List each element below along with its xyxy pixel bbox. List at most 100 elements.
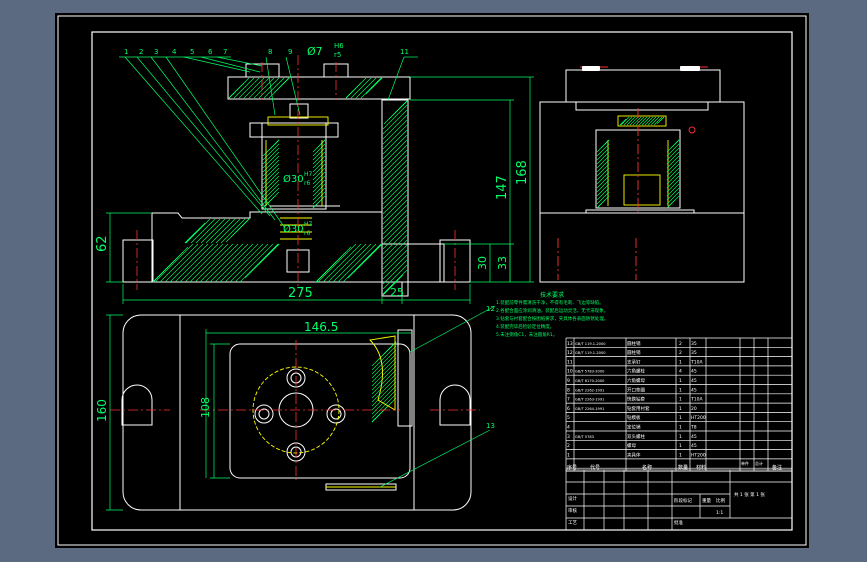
bom-cell-qty: 1	[679, 397, 682, 403]
dim-33: 33	[496, 256, 509, 270]
dim-62: 62	[95, 235, 110, 252]
bom-cell-name: 圆柱销	[627, 340, 641, 347]
bom-cell-index: 12	[567, 350, 573, 356]
part-label-9: 9	[288, 48, 292, 56]
notes-line-5: 5.未注倒角C1，未注圆角R1。	[496, 331, 557, 338]
dim-160: 160	[95, 399, 109, 422]
bom-cell-qty: 1	[679, 415, 682, 421]
bom-cell-index: 10	[567, 369, 573, 375]
tb-role-design: 设计	[568, 495, 577, 502]
tb-weight: 重量	[702, 497, 711, 504]
tb-stage: 阶段标记	[674, 497, 692, 504]
tb-scale: 1:1	[716, 510, 723, 516]
bom-cell-material: 45	[691, 369, 697, 375]
fit-mid-dia: Ø30	[283, 173, 304, 185]
bom-cell-qty: 2	[679, 350, 682, 356]
tb-ratio: 比例	[716, 497, 725, 504]
bom-cell-qty: 1	[679, 359, 682, 365]
part-label-1: 1	[124, 48, 128, 56]
bom-cell-index: 5	[567, 415, 570, 421]
bom-cell-name: 钻模板	[627, 414, 641, 421]
bom-cell-code: GB/T 2264-1991	[575, 407, 604, 411]
bom-cell-index: 1	[567, 452, 570, 458]
notes-line-4: 4.装配完毕后检验定位精度。	[496, 323, 554, 330]
bom-cell-index: 4	[567, 425, 570, 431]
bom-cell-qty: 1	[679, 378, 682, 384]
part-label-2: 2	[139, 48, 143, 56]
bom-cell-material: 45	[691, 378, 697, 384]
bom-cell-name: 支承钉	[627, 358, 641, 365]
bom-cell-code: GB/T 5783	[575, 435, 594, 439]
bom-cell-name: 双头螺柱	[627, 433, 645, 440]
bom-cell-qty: 1	[679, 406, 682, 412]
part-label-6: 6	[208, 48, 213, 56]
bom-cell-qty: 1	[679, 434, 682, 440]
bom-header-total: 总计	[755, 460, 763, 466]
notes-line-2: 2.各配合面应涂润滑油，装配后运动灵活，无卡滞现象。	[496, 307, 608, 314]
dim-108: 108	[199, 397, 212, 418]
bom-cell-name: 夹具体	[627, 451, 641, 458]
bom-header-unit: 单件	[741, 460, 749, 466]
bom-cell-index: 3	[567, 434, 570, 440]
leader-13: 13	[486, 422, 495, 430]
fit-top-den: r5	[334, 51, 341, 59]
dim-168: 168	[515, 160, 530, 185]
notes-line-1: 1.装配前零件需清洗干净，不得有毛刺、飞边等缺陷。	[496, 299, 604, 306]
bom-cell-name: 螺母	[627, 442, 636, 449]
bom-cell-name: 钻套用衬套	[627, 405, 650, 412]
dim-25: 25	[390, 286, 404, 299]
bom-cell-material: T10A	[690, 359, 703, 365]
bom-cell-qty: 1	[679, 387, 682, 393]
fit-top-dia: Ø7	[307, 45, 323, 58]
leader-12: 12	[486, 305, 495, 313]
bom-cell-index: 13	[567, 341, 573, 347]
fit-mid-den: r6	[304, 180, 310, 187]
bom-cell-qty: 4	[679, 369, 682, 375]
dim-30: 30	[476, 256, 489, 270]
dim-146-5: 146.5	[304, 320, 338, 334]
bom-cell-name: 开口垫圈	[627, 386, 645, 393]
bom-cell-material: HT200	[691, 452, 706, 458]
part-label-11: 11	[400, 48, 409, 56]
bom-cell-code: GB/T 2262-1991	[575, 388, 604, 392]
bom-cell-material: HT200	[691, 415, 706, 421]
bom-cell-material: 35	[691, 350, 697, 356]
part-label-5: 5	[190, 48, 194, 56]
fit-low-dia: Ø30	[283, 223, 304, 235]
notes-line-3: 3.钻套与衬套配合按图纸要求，夹具体各表面防锈处理。	[496, 315, 608, 322]
bom-cell-code: GB/T 6170-2000	[575, 379, 605, 383]
tb-role-review: 审核	[568, 507, 577, 514]
bom-cell-code: GB/T 119.1-2000	[575, 342, 606, 346]
tb-role-process: 工艺	[568, 520, 577, 526]
bom-cell-qty: 1	[679, 443, 682, 449]
bom-cell-index: 8	[567, 387, 570, 393]
bom-cell-qty: 1	[679, 452, 682, 458]
part-label-8: 8	[268, 48, 272, 56]
bom-cell-code: GB/T 2263-1991	[575, 398, 604, 402]
bom-cell-index: 7	[567, 397, 570, 403]
notes-title: 技术要求	[540, 291, 564, 299]
bom-cell-qty: 1	[679, 425, 682, 431]
bom-cell-material: 35	[691, 341, 697, 347]
bom-cell-index: 6	[567, 406, 570, 412]
bom-cell-name: 圆柱销	[627, 349, 641, 356]
part-label-4: 4	[172, 48, 177, 56]
bom-cell-code: GB/T 5783-2000	[575, 370, 605, 374]
tb-sheet: 共 1 张 第 1 张	[734, 491, 765, 498]
part-label-7: 7	[223, 48, 227, 56]
bom-cell-material: 45	[691, 443, 697, 449]
cad-drawing-canvas: 1 2 3 4 5 6 7 8 9 11 Ø7 H6 r5 Ø30 H7 r6 …	[55, 13, 809, 548]
bom-cell-index: 9	[567, 378, 570, 384]
bom-cell-material: 20	[691, 406, 697, 412]
bom-cell-code: GB/T 119.1-2000	[575, 351, 606, 355]
bom-cell-name: 快换钻套	[627, 396, 645, 403]
fit-top-num: H6	[334, 42, 344, 50]
tb-role-approve: 批准	[674, 519, 683, 526]
fit-low-den: r6	[304, 230, 310, 237]
dim-275: 275	[288, 286, 313, 301]
bom-cell-material: 45	[691, 387, 697, 393]
part-label-3: 3	[154, 48, 158, 56]
bom-cell-material: T10A	[690, 397, 703, 403]
bom-cell-material: 45	[691, 434, 697, 440]
bom-cell-name: 六角螺母	[627, 377, 645, 384]
